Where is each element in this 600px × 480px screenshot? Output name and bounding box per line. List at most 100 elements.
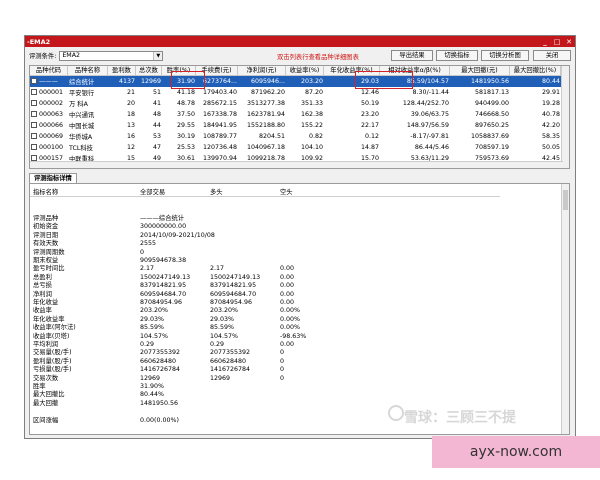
- cell-annual-return: 0.12: [364, 133, 379, 140]
- detail-row: 收益率 203.20% 203.20% 0.00%: [30, 307, 430, 315]
- cell-name: TCL科技: [69, 145, 93, 152]
- toolbar: 评测条件: EMA2 ▼ 双击列表行查看品种详细图表 导出结果 切换指标 切换分…: [25, 47, 575, 64]
- metric-all: 2077355392: [140, 349, 181, 357]
- switch-indicator-button[interactable]: 切换指标: [436, 50, 478, 61]
- cell-winrate: 37.50: [176, 111, 195, 118]
- metric-all: 909594678.38: [140, 257, 187, 264]
- row-checkbox[interactable]: [31, 78, 37, 84]
- cell-wins: 16: [126, 133, 135, 140]
- export-button[interactable]: 导出结果: [391, 50, 433, 61]
- detail-panel: 指标名称 全部交易 多头 空头 评测品种 ———综合统计 初始资金 300000000…: [29, 183, 570, 435]
- cell-profit: 1623781.94: [246, 111, 285, 118]
- metric-long: 837914821.95: [210, 282, 257, 290]
- cell-code: 000069: [30, 133, 68, 140]
- col-header[interactable]: 最大回撤比(%): [510, 66, 561, 75]
- metric-name: 盈利量(股/手): [33, 357, 72, 365]
- table-header: 品种代码 品种名称 盈利数 总次数 胜率(%) 手续费(元) 净利润(元) 收益…: [30, 66, 569, 76]
- col-header[interactable]: 最大回撤(元): [450, 66, 510, 75]
- col-header[interactable]: 品种名称: [68, 66, 108, 75]
- table-row[interactable]: 000002 万 科A 20 41 48.78 285672.15 351327…: [30, 98, 569, 109]
- cell-alpha-beta: -8.17/-97.81: [410, 133, 449, 140]
- metric-name: 收益率(贝塔): [33, 332, 70, 340]
- cell-code: 000066: [30, 122, 68, 129]
- chevron-down-icon[interactable]: ▼: [153, 51, 163, 60]
- metric-all: 87084954.96: [140, 299, 183, 306]
- cell-winrate: 48.78: [176, 100, 195, 107]
- cell-code: 000001: [30, 89, 68, 96]
- cell-name: 中兴通讯: [69, 112, 95, 119]
- detail-vertical-scrollbar[interactable]: [561, 184, 569, 434]
- col-header[interactable]: 盈利数: [108, 66, 136, 75]
- close-button[interactable]: 关闭: [533, 50, 571, 61]
- metric-short: 0: [280, 349, 285, 357]
- metric-name: 盈亏时间比: [33, 265, 65, 273]
- metric-all: 660628480: [140, 357, 177, 365]
- cell-return: 155.22: [300, 122, 323, 129]
- row-checkbox[interactable]: [31, 111, 37, 117]
- metric-all: 837914821.95: [140, 282, 187, 290]
- cell-annual-return: 12.46: [360, 89, 379, 96]
- metric-name: 初始资金: [33, 223, 59, 231]
- row-checkbox[interactable]: [31, 89, 37, 95]
- table-row[interactable]: 000066 中国长城 13 44 29.55 184941.95 155218…: [30, 120, 569, 131]
- tab-detail[interactable]: 评测指标详情: [29, 173, 77, 183]
- condition-select[interactable]: EMA2 ▼: [59, 50, 164, 61]
- metric-short: 0.00: [280, 273, 295, 281]
- cell-name: 华侨城A: [69, 134, 93, 141]
- metric-short: 0.00: [280, 341, 295, 348]
- row-checkbox[interactable]: [31, 144, 37, 150]
- metric-long: 12969: [210, 374, 231, 382]
- ema2-window: -EMA2 _ □ ✕ 评测条件: EMA2 ▼ 双击列表行查看品种详细图表 导…: [24, 35, 576, 439]
- minimize-icon[interactable]: _: [539, 38, 551, 46]
- cell-total: 48: [152, 111, 161, 118]
- cell-winrate: 41.18: [176, 89, 195, 96]
- close-icon[interactable]: ✕: [563, 38, 575, 46]
- metric-short: 0.00%: [280, 324, 301, 332]
- table-row[interactable]: 000001 平安银行 21 51 41.18 179403.40 871962…: [30, 87, 569, 98]
- metric-all: 29.03%: [140, 315, 165, 323]
- col-header[interactable]: 收益率(%): [286, 66, 324, 75]
- metric-name: 区间涨幅: [33, 416, 59, 424]
- table-horizontal-scrollbar[interactable]: [30, 161, 563, 168]
- row-checkbox[interactable]: [31, 100, 37, 106]
- metric-all: 2.17: [140, 265, 155, 273]
- cell-winrate: 30.19: [176, 133, 195, 140]
- row-checkbox[interactable]: [31, 122, 37, 128]
- col-header[interactable]: 品种代码: [30, 66, 68, 75]
- row-checkbox[interactable]: [31, 133, 37, 139]
- detail-row: 评测品种 ———综合统计: [30, 215, 430, 223]
- table-row[interactable]: ——— 综合统计 4137 12969 31.90 6273764... 609…: [30, 76, 569, 87]
- cell-profit: 6095946...: [250, 78, 285, 85]
- metric-name: 净利润: [33, 290, 52, 298]
- metric-long: 203.20%: [210, 307, 239, 315]
- cell-alpha-beta: 128.44/252.70: [402, 100, 449, 107]
- cell-alpha-beta: 148.97/56.59: [406, 122, 449, 129]
- cell-code: 000002: [30, 100, 68, 107]
- metric-long: 85.59%: [210, 324, 235, 332]
- window-title: -EMA2: [27, 37, 51, 46]
- metric-name: 年化收益: [33, 299, 59, 306]
- detail-row: 区间涨幅 0.00(0.00%): [30, 417, 430, 425]
- table-row[interactable]: 000063 中兴通讯 18 48 37.50 167338.78 162378…: [30, 109, 569, 120]
- metric-short: 0.00%: [280, 307, 301, 315]
- scroll-thumb[interactable]: [563, 190, 568, 210]
- metric-short: 0.00: [280, 299, 295, 306]
- maximize-icon[interactable]: □: [551, 38, 563, 46]
- metric-all: 12969: [140, 374, 161, 382]
- detail-row: 总盈利 1500247149.13 1500247149.13 0.00: [30, 274, 430, 282]
- metric-short: 0: [280, 374, 285, 382]
- table-vertical-scrollbar[interactable]: [561, 66, 569, 168]
- col-header[interactable]: 净利润(元): [238, 66, 286, 75]
- detail-row: 盈利量(股/手) 660628480 660628480 0: [30, 358, 430, 366]
- metric-all: 0: [140, 248, 145, 256]
- cell-max-drawdown-ratio: 42.20: [541, 122, 560, 129]
- switch-chart-button[interactable]: 切换分析图: [481, 50, 529, 61]
- metric-long: 2077355392: [210, 349, 251, 357]
- table-row[interactable]: 000069 华侨城A 16 53 30.19 108789.77 8204.5…: [30, 131, 569, 142]
- cell-alpha-beta: 39.06/63.75: [410, 111, 449, 118]
- cell-winrate: 25.53: [176, 144, 195, 151]
- detail-row: 评测日期 2014/10/09-2021/10/08: [30, 232, 430, 240]
- col-header[interactable]: 总次数: [136, 66, 162, 75]
- detail-row: 净利润 609594684.70 609594684.70 0.00: [30, 291, 430, 299]
- table-row[interactable]: 000100 TCL科技 12 47 25.53 120736.48 10409…: [30, 142, 569, 153]
